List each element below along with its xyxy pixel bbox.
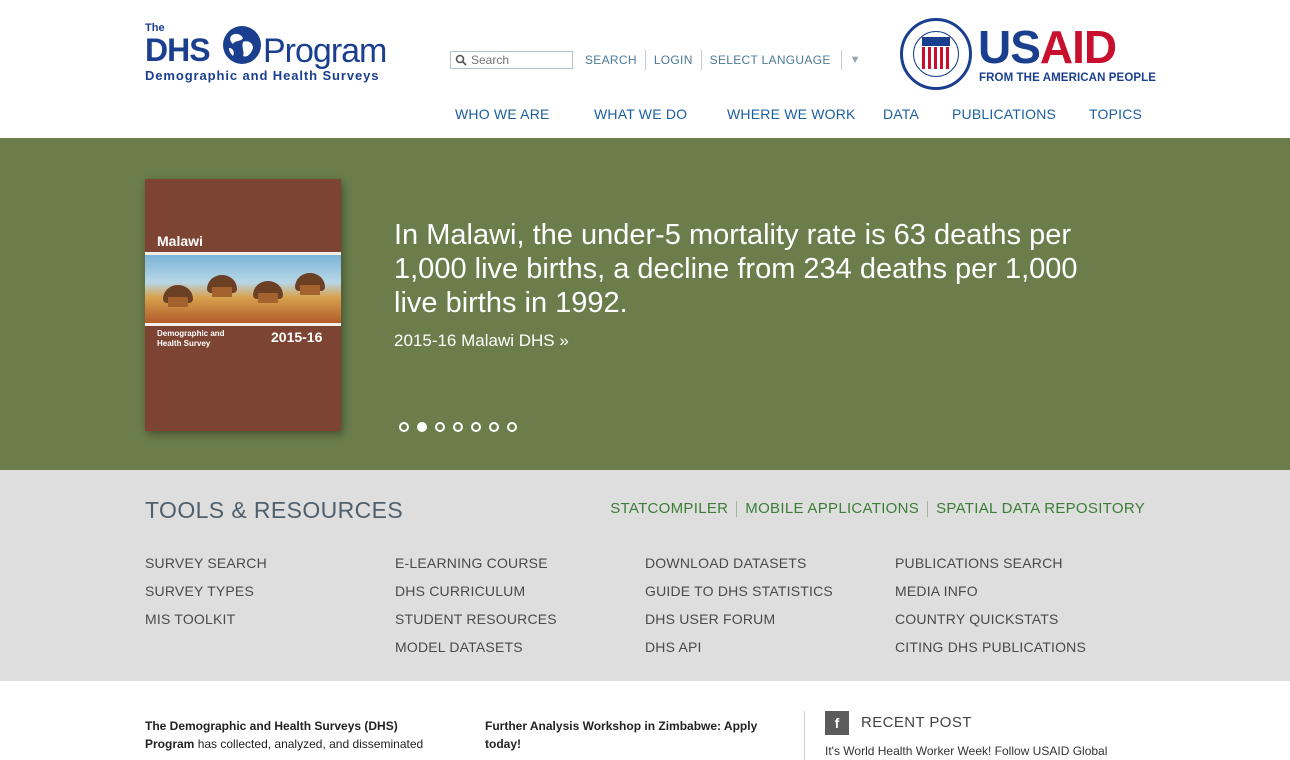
nav-topics[interactable]: TOPICS bbox=[1089, 106, 1142, 122]
cover-subtitle: Demographic and Health Survey bbox=[157, 329, 225, 348]
utility-bar: SEARCH LOGIN SELECT LANGUAGE ▼ bbox=[450, 50, 861, 70]
mobile-applications-link[interactable]: MOBILE APPLICATIONS bbox=[736, 501, 927, 517]
nav-publications[interactable]: PUBLICATIONS bbox=[952, 106, 1056, 122]
e-learning-course-link[interactable]: E-LEARNING COURSE bbox=[395, 549, 557, 577]
nav-data[interactable]: DATA bbox=[883, 106, 919, 122]
news-item[interactable]: Further Analysis Workshop in Zimbabwe: A… bbox=[485, 717, 775, 753]
login-link[interactable]: LOGIN bbox=[644, 50, 701, 70]
tools-column-4: PUBLICATIONS SEARCH MEDIA INFO COUNTRY Q… bbox=[895, 549, 1086, 661]
chevron-down-icon[interactable]: ▼ bbox=[840, 50, 861, 70]
mis-toolkit-link[interactable]: MIS TOOLKIT bbox=[145, 605, 267, 633]
guide-to-dhs-statistics-link[interactable]: GUIDE TO DHS STATISTICS bbox=[645, 577, 833, 605]
nav-where-we-work[interactable]: WHERE WE WORK bbox=[727, 106, 856, 122]
hero-headline: In Malawi, the under-5 mortality rate is… bbox=[394, 219, 1078, 319]
carousel-dot[interactable] bbox=[453, 422, 463, 432]
carousel-dots bbox=[399, 422, 517, 432]
search-icon bbox=[455, 54, 467, 66]
logo-dhs: DHS bbox=[145, 32, 211, 68]
dhs-program-logo[interactable]: The DHS Program Demographic and Health S… bbox=[145, 22, 400, 86]
student-resources-link[interactable]: STUDENT RESOURCES bbox=[395, 605, 557, 633]
model-datasets-link[interactable]: MODEL DATASETS bbox=[395, 633, 557, 661]
column-divider bbox=[804, 711, 805, 760]
tools-column-1: SURVEY SEARCH SURVEY TYPES MIS TOOLKIT bbox=[145, 549, 267, 633]
publications-search-link[interactable]: PUBLICATIONS SEARCH bbox=[895, 549, 1086, 577]
tools-resources: TOOLS & RESOURCES STATCOMPILER MOBILE AP… bbox=[0, 470, 1290, 681]
carousel-dot[interactable] bbox=[507, 422, 517, 432]
nav-who-we-are[interactable]: WHO WE ARE bbox=[455, 106, 550, 122]
main-nav: WHO WE ARE WHAT WE DO WHERE WE WORK DATA… bbox=[0, 106, 1290, 126]
tools-column-2: E-LEARNING COURSE DHS CURRICULUM STUDENT… bbox=[395, 549, 557, 661]
carousel-dot[interactable] bbox=[489, 422, 499, 432]
hero-report-link[interactable]: 2015-16 Malawi DHS » bbox=[394, 331, 569, 351]
logo-program: Program bbox=[263, 32, 387, 70]
select-language-link[interactable]: SELECT LANGUAGE bbox=[700, 50, 839, 70]
carousel-dot[interactable] bbox=[399, 422, 409, 432]
recent-post-title: RECENT POST bbox=[861, 714, 972, 731]
hero-carousel: Malawi Demographic and Health Survey 2015… bbox=[0, 138, 1290, 470]
search-link[interactable]: SEARCH bbox=[573, 50, 645, 70]
about-text: The Demographic and Health Surveys (DHS)… bbox=[145, 719, 424, 751]
spatial-data-repository-link[interactable]: SPATIAL DATA REPOSITORY bbox=[927, 501, 1145, 517]
report-cover-image[interactable]: Malawi Demographic and Health Survey 2015… bbox=[145, 179, 341, 431]
citing-dhs-publications-link[interactable]: CITING DHS PUBLICATIONS bbox=[895, 633, 1086, 661]
facebook-icon[interactable]: f bbox=[825, 711, 849, 735]
dhs-curriculum-link[interactable]: DHS CURRICULUM bbox=[395, 577, 557, 605]
cover-country: Malawi bbox=[157, 233, 203, 249]
tools-top-links: STATCOMPILER MOBILE APPLICATIONS SPATIAL… bbox=[602, 501, 1145, 517]
usaid-logo[interactable]: USAID FROM THE AMERICAN PEOPLE bbox=[900, 18, 1156, 94]
usaid-seal-icon bbox=[900, 18, 972, 90]
download-datasets-link[interactable]: DOWNLOAD DATASETS bbox=[645, 549, 833, 577]
survey-types-link[interactable]: SURVEY TYPES bbox=[145, 577, 267, 605]
usaid-tagline: FROM THE AMERICAN PEOPLE bbox=[979, 72, 1157, 84]
recent-post-text[interactable]: It's World Health Worker Week! Follow US… bbox=[825, 744, 1107, 758]
nav-what-we-do[interactable]: WHAT WE DO bbox=[594, 106, 687, 122]
search-box[interactable] bbox=[450, 51, 573, 69]
statcompiler-link[interactable]: STATCOMPILER bbox=[602, 501, 736, 517]
media-info-link[interactable]: MEDIA INFO bbox=[895, 577, 1086, 605]
carousel-dot[interactable] bbox=[435, 422, 445, 432]
tools-title: TOOLS & RESOURCES bbox=[145, 497, 404, 523]
cover-year: 2015-16 bbox=[271, 329, 323, 345]
survey-search-link[interactable]: SURVEY SEARCH bbox=[145, 549, 267, 577]
dhs-user-forum-link[interactable]: DHS USER FORUM bbox=[645, 605, 833, 633]
carousel-dot-active[interactable] bbox=[417, 422, 427, 432]
search-input[interactable] bbox=[471, 53, 571, 67]
globe-icon bbox=[223, 26, 261, 64]
dhs-api-link[interactable]: DHS API bbox=[645, 633, 833, 661]
usaid-wordmark: USAID bbox=[978, 21, 1117, 73]
site-header: The DHS Program Demographic and Health S… bbox=[0, 0, 1290, 138]
logo-tagline: Demographic and Health Surveys bbox=[145, 68, 380, 83]
tools-column-3: DOWNLOAD DATASETS GUIDE TO DHS STATISTIC… bbox=[645, 549, 833, 661]
carousel-dot[interactable] bbox=[471, 422, 481, 432]
country-quickstats-link[interactable]: COUNTRY QUICKSTATS bbox=[895, 605, 1086, 633]
cover-village-illustration bbox=[145, 252, 341, 326]
